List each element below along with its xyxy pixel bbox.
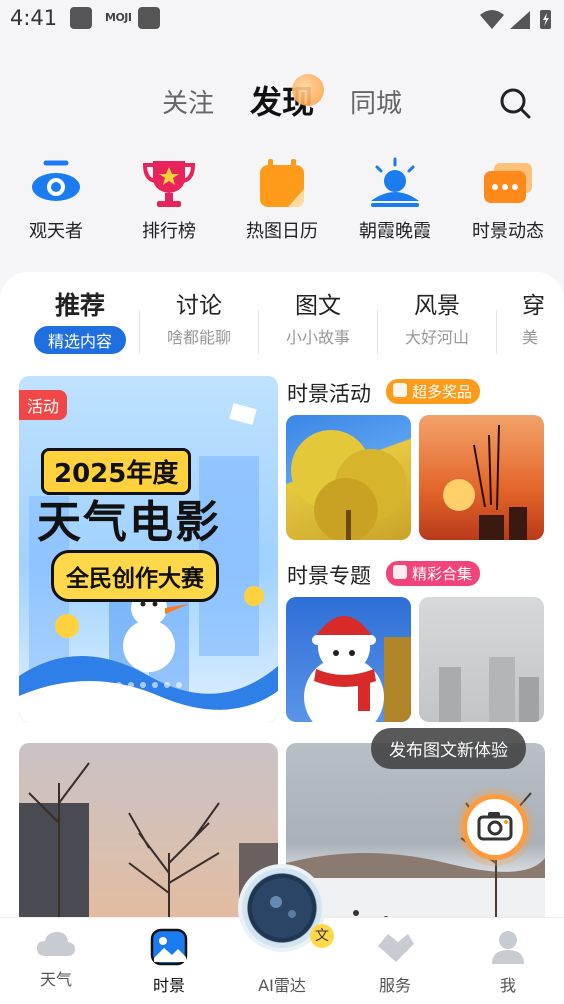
category-title: 推荐 <box>54 291 105 320</box>
category-title: 图文 <box>295 293 341 319</box>
category-sub: 精选内容 <box>33 326 126 354</box>
nav-weather[interactable]: 天气 <box>6 928 106 990</box>
carousel-dots <box>19 673 278 692</box>
nav-services[interactable]: 服务 <box>345 928 445 996</box>
moji-icon: MOJI <box>105 11 132 24</box>
event-banner[interactable]: 活动 2025年度 天气电影 全民创作大赛 <box>19 376 278 722</box>
gift-icon <box>393 383 407 397</box>
banner-subtitle: 全民创作大赛 <box>51 550 219 602</box>
category-sub: 美 <box>522 328 539 347</box>
category-discussion[interactable]: 讨论 啥都能聊 <box>139 286 259 348</box>
nav-label: 时景 <box>152 976 185 995</box>
nav-label: 我 <box>499 976 516 995</box>
topic-photo-snowman[interactable] <box>286 597 411 722</box>
tab-follow[interactable]: 关注 <box>162 83 214 120</box>
notification-icon <box>138 7 160 29</box>
shortcut-label: 朝霞晚霞 <box>359 221 431 242</box>
activity-photo-ginkgo[interactable] <box>286 415 411 540</box>
top-tabs: 关注 发现 同城 <box>0 75 564 135</box>
status-time: 4:41 <box>10 6 58 30</box>
tab-indicator-dot <box>292 74 324 106</box>
search-icon[interactable] <box>498 86 532 120</box>
shortcut-row: 观天者 排行榜 热图日历 朝霞晚霞 时景动态 <box>0 155 564 255</box>
category-outfit[interactable]: 穿 美 <box>496 286 564 348</box>
activity-photo-sunset[interactable] <box>419 415 544 540</box>
nav-label: 服务 <box>378 976 411 995</box>
calendar-icon <box>260 159 304 207</box>
notification-icon <box>70 7 92 29</box>
nav-scenery[interactable]: 时景 <box>119 928 219 996</box>
section-activity-title[interactable]: 时景活动 <box>287 378 371 408</box>
category-sub: 啥都能聊 <box>166 328 231 347</box>
category-sub: 大好河山 <box>404 328 469 347</box>
fog-image <box>439 657 539 722</box>
category-title: 穿 <box>522 293 545 319</box>
sunset-image <box>443 424 527 540</box>
shortcut-label: 观天者 <box>29 221 83 242</box>
status-bar: 4:41 MOJI <box>0 0 564 40</box>
tab-local[interactable]: 同城 <box>350 83 402 120</box>
wen-badge: 文 <box>310 924 334 948</box>
shortcut-label: 排行榜 <box>142 221 196 242</box>
badge-label: 超多奖品 <box>412 383 473 401</box>
activity-badge: 活动 <box>19 390 68 420</box>
user-icon <box>492 931 524 964</box>
sunrise-icon <box>371 157 419 207</box>
category-graphic[interactable]: 图文 小小故事 <box>258 286 378 348</box>
cloud-icon <box>37 932 75 956</box>
category-recommend[interactable]: 推荐 精选内容 <box>20 286 140 354</box>
category-title: 风景 <box>414 293 460 319</box>
image-icon <box>150 928 188 966</box>
category-scenery[interactable]: 风景 大好河山 <box>377 286 497 348</box>
publish-tooltip: 发布图文新体验 <box>371 728 526 769</box>
eye-icon <box>32 160 80 201</box>
grid-icon <box>393 565 407 579</box>
system-status-icons <box>480 10 551 29</box>
shortcut-hot-calendar[interactable]: 热图日历 <box>227 155 337 243</box>
nav-label: 天气 <box>39 970 72 989</box>
shortcut-label: 热图日历 <box>246 221 318 242</box>
category-tabs: 推荐 精选内容 讨论 啥都能聊 图文 小小故事 风景 大好河山 穿 美 <box>0 286 564 356</box>
shortcut-observer[interactable]: 观天者 <box>1 155 111 243</box>
collection-badge: 精彩合集 <box>386 561 481 586</box>
publish-camera-button[interactable] <box>462 794 528 860</box>
badge-label: 精彩合集 <box>412 565 473 583</box>
topic-photo-fog[interactable] <box>419 597 544 722</box>
snowman-image <box>304 616 411 722</box>
shortcut-label: 时景动态 <box>472 221 544 242</box>
trophy-icon <box>142 161 196 207</box>
shortcut-feed[interactable]: 时景动态 <box>453 155 563 243</box>
shortcut-ranking[interactable]: 排行榜 <box>114 155 224 243</box>
ginkgo-image <box>291 430 407 540</box>
category-title: 讨论 <box>176 293 222 319</box>
feed-icon <box>484 163 532 203</box>
category-sub: 小小故事 <box>285 328 350 347</box>
prize-badge: 超多奖品 <box>386 379 481 404</box>
camera-icon <box>477 812 513 841</box>
nav-me[interactable]: 我 <box>458 928 558 996</box>
section-topic-title[interactable]: 时景专题 <box>287 560 371 590</box>
shortcut-sunrise[interactable]: 朝霞晚霞 <box>340 155 450 243</box>
nav-label: AI雷达 <box>258 976 306 995</box>
banner-title: 天气电影 <box>37 497 221 548</box>
handshake-icon <box>378 934 414 962</box>
